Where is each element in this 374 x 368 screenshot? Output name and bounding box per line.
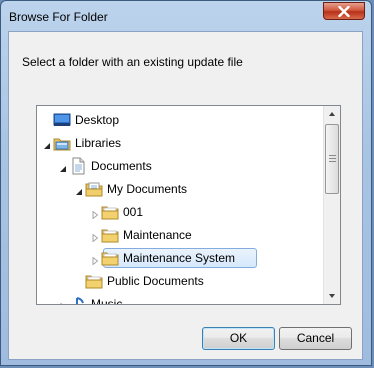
scroll-up-button[interactable] xyxy=(324,106,340,123)
title-bar[interactable]: Browse For Folder xyxy=(1,1,371,31)
music-icon xyxy=(69,295,87,304)
tree-item-label: Public Documents xyxy=(107,274,204,288)
expanded-arrow-icon xyxy=(60,166,66,172)
expanded-arrow-icon xyxy=(44,143,50,149)
tree-expander[interactable] xyxy=(91,208,99,220)
folder-icon xyxy=(85,272,103,290)
tree-item[interactable]: Documents xyxy=(37,156,323,176)
close-icon xyxy=(338,6,350,17)
cancel-button[interactable]: Cancel xyxy=(279,327,352,350)
scroll-thumb[interactable] xyxy=(325,124,339,194)
tree-item[interactable]: 001 xyxy=(37,202,323,222)
tree-expander[interactable] xyxy=(59,162,67,172)
tree-item[interactable]: Maintenance System xyxy=(37,248,323,268)
browse-for-folder-dialog: Browse For Folder Select a folder with a… xyxy=(0,0,372,366)
tree-item-label: Documents xyxy=(91,159,152,173)
grip-line xyxy=(329,155,336,156)
tree-item-label: My Documents xyxy=(107,182,188,196)
close-button[interactable] xyxy=(323,2,365,20)
grip-line xyxy=(329,158,336,159)
folder-tree-viewport: Desktop Libraries Documents My Documents 001… xyxy=(37,106,323,304)
libraries-folder-icon xyxy=(53,134,71,152)
folder-icon xyxy=(101,203,119,221)
tree-item[interactable]: Public Documents xyxy=(37,271,323,291)
tree-expander[interactable] xyxy=(59,300,67,304)
tree-item[interactable]: Desktop xyxy=(37,110,323,130)
tree-item-label: Music xyxy=(91,297,123,304)
collapsed-arrow-icon xyxy=(92,210,99,220)
tree-expander[interactable] xyxy=(43,139,51,149)
tree-expander[interactable] xyxy=(91,231,99,243)
folder-icon xyxy=(101,249,119,267)
ok-button[interactable]: OK xyxy=(202,327,275,350)
dialog-content: Select a folder with an existing update … xyxy=(8,31,363,360)
tree-item-label: Maintenance xyxy=(123,228,192,242)
collapsed-arrow-icon xyxy=(92,256,99,266)
collapsed-arrow-icon xyxy=(92,233,99,243)
arrow-up-icon xyxy=(329,112,335,116)
tree-item-label: 001 xyxy=(123,205,144,219)
tree-expander[interactable] xyxy=(75,185,83,195)
expanded-arrow-icon xyxy=(76,189,82,195)
documents-library-icon xyxy=(69,157,87,175)
window-title: Browse For Folder xyxy=(9,10,108,24)
instruction-text: Select a folder with an existing update … xyxy=(22,55,243,69)
tree-item[interactable]: My Documents xyxy=(37,179,323,199)
arrow-down-icon xyxy=(329,294,335,298)
vertical-scrollbar[interactable] xyxy=(323,106,340,304)
my-documents-icon xyxy=(85,180,103,198)
desktop-icon xyxy=(53,111,71,129)
folder-tree[interactable]: Desktop Libraries Documents My Documents 001… xyxy=(36,105,341,305)
grip-line xyxy=(329,161,336,162)
tree-item-label: Libraries xyxy=(75,136,122,150)
tree-item[interactable]: Music xyxy=(37,294,323,304)
tree-item[interactable]: Maintenance xyxy=(37,225,323,245)
folder-icon xyxy=(101,226,119,244)
tree-expander[interactable] xyxy=(91,254,99,266)
collapsed-arrow-icon xyxy=(60,302,63,304)
tree-item[interactable]: Libraries xyxy=(37,133,323,153)
tree-item-label: Maintenance System xyxy=(123,251,236,265)
scroll-down-button[interactable] xyxy=(324,287,340,304)
tree-item-label: Desktop xyxy=(75,113,120,127)
